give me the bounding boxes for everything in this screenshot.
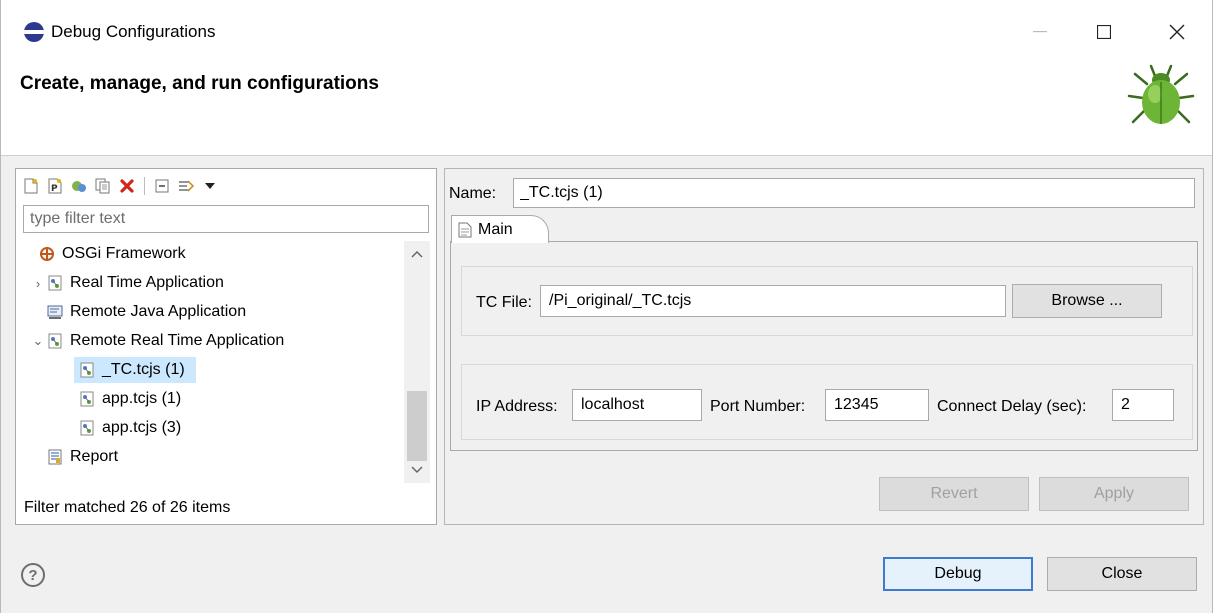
- scroll-up-button[interactable]: [404, 241, 430, 267]
- tree-item-osgi-framework[interactable]: OSGi Framework: [22, 241, 382, 267]
- port-number-input[interactable]: [825, 389, 929, 421]
- osgi-icon: [38, 245, 56, 263]
- minimize-icon: [1033, 31, 1047, 33]
- maximize-icon: [1097, 25, 1111, 39]
- filter-icon: [179, 180, 195, 192]
- duplicate-configuration-button[interactable]: [92, 175, 114, 197]
- bug-icon: [1127, 64, 1195, 124]
- maximize-button[interactable]: [1081, 14, 1127, 50]
- export-configuration-button[interactable]: [68, 175, 90, 197]
- tree-item-label: app.tcjs (1): [102, 390, 182, 407]
- view-menu-button[interactable]: [199, 175, 221, 197]
- filter-input[interactable]: [23, 205, 429, 233]
- new-file-icon: [24, 178, 38, 194]
- config-icon: [78, 390, 96, 408]
- tree-item-app-tcjs-3[interactable]: app.tcjs (3): [78, 415, 278, 441]
- window-title: Debug Configurations: [51, 22, 216, 41]
- help-icon[interactable]: ?: [21, 563, 45, 587]
- new-prototype-icon: P: [48, 178, 62, 194]
- tc-file-input[interactable]: [540, 285, 1006, 317]
- tree-item-label: OSGi Framework: [62, 245, 186, 262]
- config-icon: [78, 419, 96, 437]
- chevron-down-icon[interactable]: ⌄: [30, 333, 46, 349]
- eclipse-icon: [24, 22, 44, 42]
- remote-java-icon: [46, 303, 64, 321]
- new-configuration-button[interactable]: [20, 175, 42, 197]
- configuration-editor-panel: Name: Main TC File: Browse ... IP Addres…: [444, 168, 1204, 525]
- apply-button[interactable]: Apply: [1039, 477, 1189, 511]
- tree-item-label: Remote Real Time Application: [70, 332, 285, 349]
- configuration-toolbar: P: [20, 173, 221, 199]
- delete-icon: [120, 179, 134, 193]
- ip-address-label: IP Address:: [476, 398, 558, 415]
- minimize-button[interactable]: [1017, 14, 1063, 50]
- tree-item-remote-real-time-application[interactable]: ⌄ Remote Real Time Application: [30, 328, 390, 354]
- tree-item-tc-tcjs-1[interactable]: _TC.tcjs (1): [74, 357, 196, 383]
- tree-item-label: _TC.tcjs (1): [102, 361, 185, 378]
- tree-item-remote-java-application[interactable]: Remote Java Application: [46, 299, 386, 325]
- configuration-list-panel: P type filter text OSGi Framework › Real…: [15, 168, 437, 525]
- tab-main[interactable]: Main: [451, 215, 549, 243]
- tree-item-app-tcjs-1[interactable]: app.tcjs (1): [78, 386, 278, 412]
- scrollbar-thumb[interactable]: [407, 391, 427, 461]
- page-title: Create, manage, and run configurations: [20, 73, 379, 94]
- filter-status: Filter matched 26 of 26 items: [24, 499, 231, 516]
- report-icon: [46, 448, 64, 466]
- duplicate-icon: [95, 178, 110, 194]
- port-number-label: Port Number:: [710, 398, 806, 415]
- main-tab-content: TC File: Browse ... IP Address: Port Num…: [450, 241, 1198, 451]
- svg-text:P: P: [51, 184, 58, 194]
- browse-button[interactable]: Browse ...: [1012, 284, 1162, 318]
- realtime-app-icon: [46, 332, 64, 350]
- tree-item-label: Report: [70, 448, 119, 465]
- tree-item-report[interactable]: Report: [46, 444, 246, 470]
- chevron-down-icon: [411, 466, 423, 473]
- name-input[interactable]: [513, 178, 1195, 208]
- connect-delay-input[interactable]: [1112, 389, 1174, 421]
- filter-configurations-button[interactable]: [175, 175, 197, 197]
- debug-button[interactable]: Debug: [883, 557, 1033, 591]
- export-icon: [72, 181, 86, 192]
- tc-file-group: TC File: Browse ...: [461, 266, 1193, 336]
- collapse-all-button[interactable]: [151, 175, 173, 197]
- close-icon: [1169, 24, 1185, 40]
- tc-file-label: TC File:: [476, 294, 532, 311]
- chevron-down-icon: [205, 183, 215, 189]
- name-label: Name:: [449, 185, 497, 202]
- collapse-all-icon: [155, 179, 169, 193]
- tab-label: Main: [478, 220, 513, 238]
- connection-group: IP Address: Port Number: Connect Delay (…: [461, 364, 1193, 440]
- title-bar: Debug Configurations: [1, 0, 1212, 62]
- revert-button[interactable]: Revert: [879, 477, 1029, 511]
- chevron-up-icon: [411, 251, 423, 258]
- document-icon: [458, 222, 472, 237]
- new-prototype-button[interactable]: P: [44, 175, 66, 197]
- tree-item-label: Real Time Application: [70, 274, 224, 291]
- close-button[interactable]: Close: [1047, 557, 1197, 591]
- realtime-app-icon: [46, 274, 64, 292]
- tree-scrollbar[interactable]: [404, 241, 430, 483]
- toolbar-separator: [144, 177, 145, 195]
- close-window-button[interactable]: [1154, 14, 1200, 50]
- tree-item-real-time-application[interactable]: › Real Time Application: [30, 270, 390, 296]
- debug-configurations-window: Debug Configurations Create, manage, and…: [0, 0, 1213, 613]
- header-banner: Create, manage, and run configurations: [1, 62, 1212, 156]
- tree-item-label: Remote Java Application: [70, 303, 247, 320]
- ip-address-input[interactable]: [572, 389, 702, 421]
- chevron-right-icon[interactable]: ›: [30, 276, 46, 291]
- scroll-down-button[interactable]: [404, 457, 430, 483]
- tree-item-label: app.tcjs (3): [102, 419, 182, 436]
- config-icon: [78, 361, 96, 379]
- configuration-tree: OSGi Framework › Real Time Application R…: [16, 241, 404, 483]
- delete-configuration-button[interactable]: [116, 175, 138, 197]
- connect-delay-label: Connect Delay (sec):: [937, 398, 1087, 415]
